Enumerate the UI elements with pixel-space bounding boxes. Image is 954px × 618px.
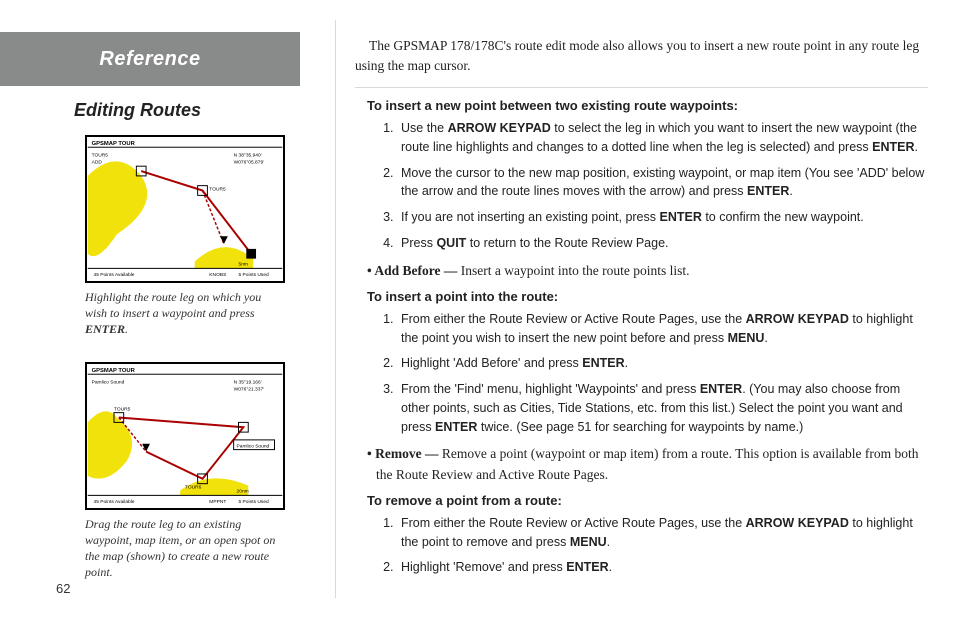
left-column: Reference Editing Routes GPSMAP TOUR TOU… [0,0,335,618]
step: From the 'Find' menu, highlight 'Waypoin… [397,380,928,436]
steps-insert-between: Use the ARROW KEYPAD to select the leg i… [383,119,928,253]
reference-banner: Reference [0,32,300,86]
svg-text:GPSMAP TOUR: GPSMAP TOUR [92,367,136,373]
step: Use the ARROW KEYPAD to select the leg i… [397,119,928,157]
heading-remove-point: To remove a point from a route: [367,493,928,508]
svg-text:45 Points Available: 45 Points Available [94,499,135,505]
steps-insert-point: From either the Route Review or Active R… [383,310,928,437]
page: Reference Editing Routes GPSMAP TOUR TOU… [0,0,954,618]
step: Press QUIT to return to the Route Review… [397,234,928,253]
svg-text:5 Points Used: 5 Points Used [239,272,270,278]
heading-insert-point: To insert a point into the route: [367,289,928,304]
step: From either the Route Review or Active R… [397,514,928,552]
heading-insert-between: To insert a new point between two existi… [367,98,928,113]
svg-text:Pamlico Sound: Pamlico Sound [237,443,270,449]
section-title: Editing Routes [0,100,275,121]
figure-2: GPSMAP TOUR Pamlico Sound N 35°19.166' W… [85,362,335,510]
svg-text:45 Points Available: 45 Points Available [94,272,135,278]
figure-1: GPSMAP TOUR TOUR5 ADD N 38°35.940' W076°… [85,135,335,283]
figure-1-caption: Highlight the route leg on which you wis… [85,289,285,338]
step: Move the cursor to the new map position,… [397,164,928,202]
separator [355,87,928,88]
svg-text:GPSMAP TOUR: GPSMAP TOUR [92,141,136,147]
svg-text:TOUR5: TOUR5 [209,187,226,193]
figure-2-caption: Drag the route leg to an existing waypoi… [85,516,285,581]
svg-text:MPPNT: MPPNT [209,499,226,505]
caption-tail: . [125,322,128,336]
svg-text:5 Points Used: 5 Points Used [239,499,270,505]
step: Highlight 'Remove' and press ENTER. [397,558,928,577]
svg-text:20nm: 20nm [237,488,249,494]
svg-text:N 38°35.940': N 38°35.940' [234,152,262,158]
right-column: The GPSMAP 178/178C's route edit mode al… [335,0,954,618]
step: Highlight 'Add Before' and press ENTER. [397,354,928,373]
intro-paragraph: The GPSMAP 178/178C's route edit mode al… [355,36,928,75]
column-divider [335,20,336,598]
steps-remove-point: From either the Route Review or Active R… [383,514,928,577]
map-screenshot-1: GPSMAP TOUR TOUR5 ADD N 38°35.940' W076°… [85,135,285,283]
step: If you are not inserting an existing poi… [397,208,928,227]
svg-text:Pamlico Sound: Pamlico Sound [92,379,125,385]
caption-bold: ENTER [85,322,125,336]
bullet-add-before: • Add Before — Insert a waypoint into th… [367,261,928,281]
caption-text: Highlight the route leg on which you wis… [85,290,261,320]
page-number: 62 [56,581,70,596]
svg-text:TOUR5: TOUR5 [92,152,109,158]
svg-text:5nm: 5nm [239,261,248,267]
svg-text:N 35°19.166': N 35°19.166' [234,379,262,385]
svg-text:W076°05.879': W076°05.879' [234,159,265,165]
svg-text:TOUR6: TOUR6 [185,484,202,490]
svg-text:W076°21.337': W076°21.337' [234,386,265,392]
svg-text:TOUR5: TOUR5 [114,406,131,412]
svg-text:KNOBS: KNOBS [209,272,227,278]
svg-text:ADD: ADD [92,159,103,165]
bullet-remove: • Remove — Remove a point (waypoint or m… [367,444,928,485]
map-screenshot-2: GPSMAP TOUR Pamlico Sound N 35°19.166' W… [85,362,285,510]
step: From either the Route Review or Active R… [397,310,928,348]
